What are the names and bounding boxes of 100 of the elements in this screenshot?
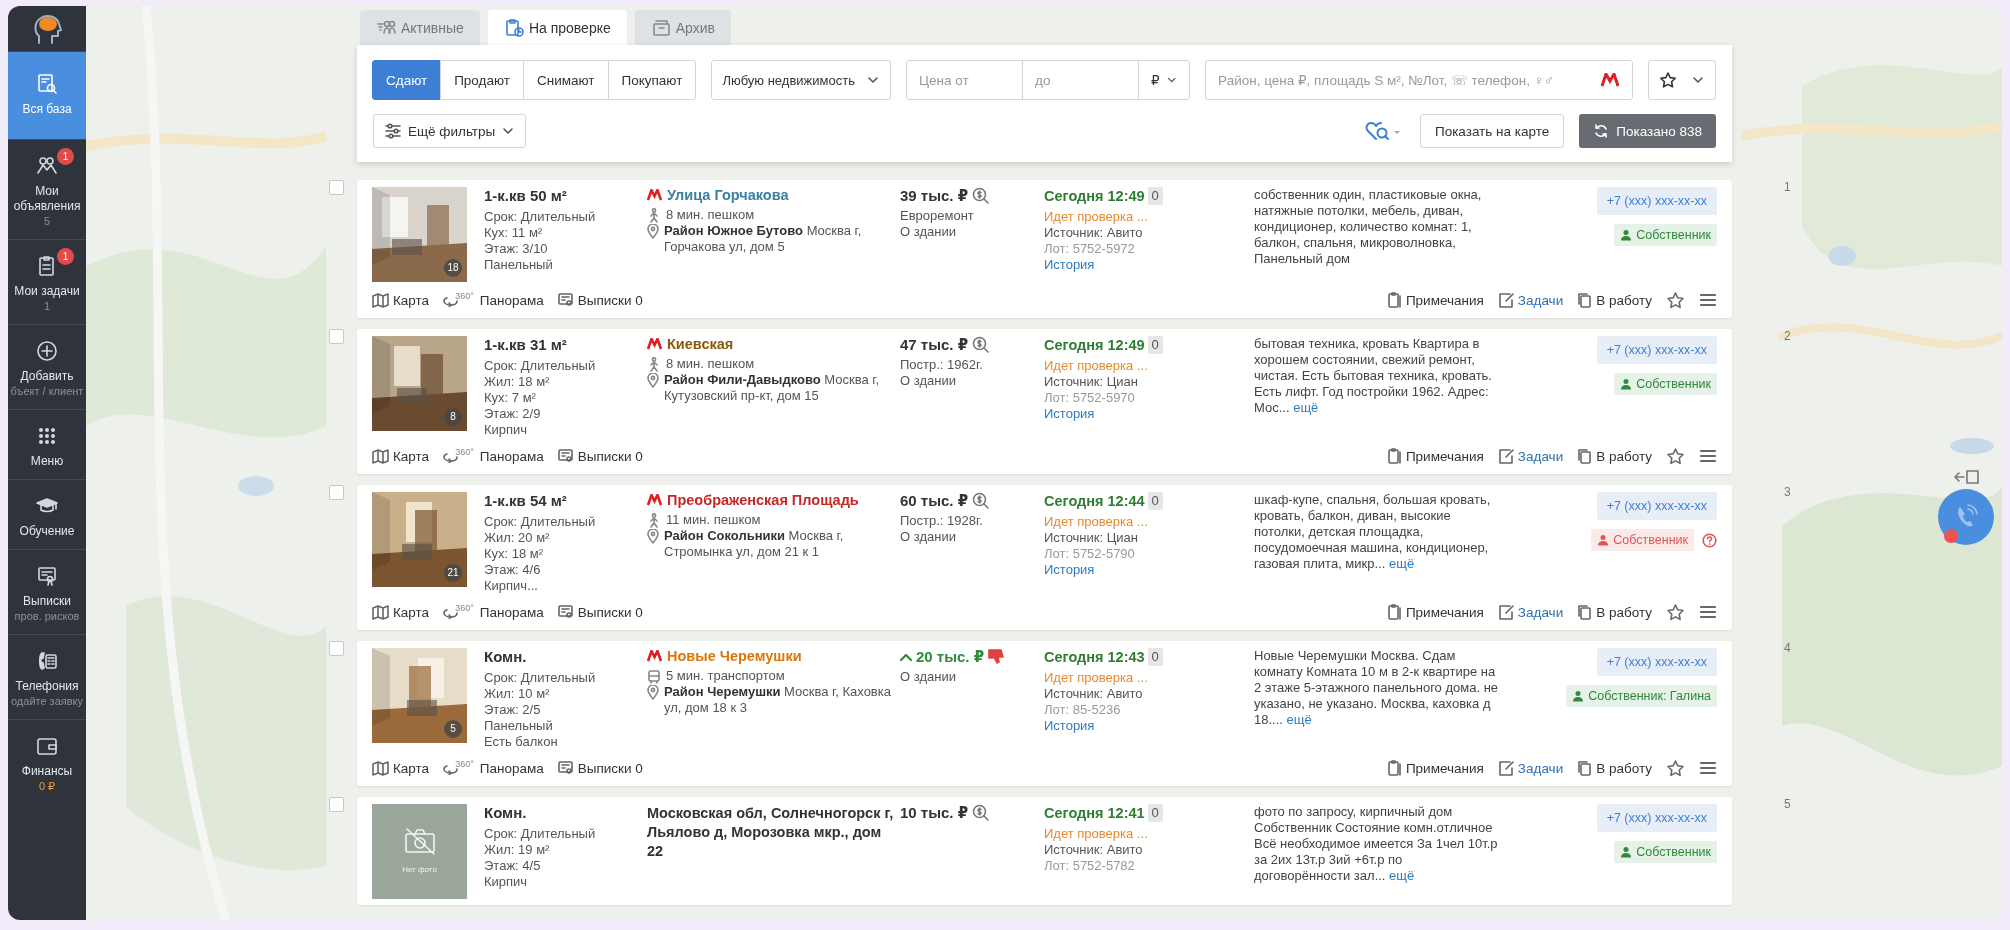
to-work-link[interactable]: В работу — [1577, 292, 1652, 308]
menu-icon[interactable] — [1699, 292, 1717, 308]
person-icon — [1620, 378, 1633, 390]
help-icon[interactable] — [1702, 532, 1717, 548]
listing-detail: Кирпич — [484, 422, 529, 438]
price-from-field[interactable]: Цена от — [906, 60, 1024, 100]
extracts-link[interactable]: Выписки 0 — [557, 604, 643, 620]
map-link[interactable]: Карта — [372, 448, 430, 464]
more-link[interactable]: ещё — [1286, 712, 1312, 727]
refresh-icon — [1593, 123, 1610, 139]
thumbs-down-icon[interactable] — [988, 648, 1006, 665]
history-link[interactable]: История — [1044, 718, 1095, 733]
row-checkbox[interactable] — [329, 485, 344, 500]
address-text: Район Сокольники Москва г, Стромынка ул, дом 21 к 1 — [664, 528, 845, 560]
extracts-link[interactable]: Выписки 0 — [557, 760, 643, 776]
tab[interactable]: На проверке — [487, 10, 627, 45]
deal-type-button[interactable]: Продают — [440, 60, 524, 100]
price-to-field[interactable]: до — [1022, 60, 1140, 100]
panorama-link[interactable]: $^{360°}$ Панорама — [443, 292, 544, 308]
lot-number: Лот: 5752-5972 — [1044, 241, 1136, 257]
price-inspect-icon[interactable] — [972, 804, 990, 821]
person-icon — [1620, 846, 1633, 858]
listing-detail: Панельный — [484, 718, 554, 734]
shown-count-button[interactable]: Показано 838 — [1579, 114, 1716, 148]
history-link[interactable]: История — [1044, 562, 1095, 577]
row-checkbox[interactable] — [329, 180, 344, 195]
star-icon[interactable] — [1666, 602, 1685, 622]
notes-link[interactable]: Примечания — [1386, 760, 1484, 776]
metro-station: Улица Горчакова — [667, 187, 789, 203]
tab[interactable]: Архив — [634, 10, 731, 45]
phone-button[interactable]: +7 (xxx) xxx-xx-xx — [1596, 648, 1717, 676]
deal-type-button[interactable]: Снимают — [523, 60, 609, 100]
listing-detail: Срок: Длительный — [484, 826, 597, 842]
show-on-map-button[interactable]: Показать на карте — [1419, 114, 1565, 148]
star-icon[interactable] — [1666, 758, 1685, 778]
price-inspect-icon[interactable] — [972, 336, 990, 353]
collapse-panel-icon[interactable] — [1954, 468, 1980, 486]
panorama-link[interactable]: $^{360°}$ Панорама — [443, 448, 544, 464]
notes-link[interactable]: Примечания — [1386, 448, 1484, 464]
deal-type-button[interactable]: Сдают — [372, 60, 442, 100]
phone-button[interactable]: +7 (xxx) xxx-xx-xx — [1596, 187, 1717, 215]
row-checkbox[interactable] — [329, 797, 344, 812]
extracts-link[interactable]: Выписки 0 — [557, 292, 643, 308]
panorama-link[interactable]: $^{360°}$ Панорама — [443, 760, 544, 776]
clipboard-icon — [1386, 760, 1402, 776]
price-note: О здании — [900, 373, 957, 389]
star-icon[interactable] — [1666, 446, 1685, 466]
menu-icon[interactable] — [1699, 760, 1717, 776]
description-text: Новые Черемушки Москва. Сдам комнату Комната 10 м в 2-к квартире на 2 этаже 5-этажного панельного дома. не указано, не указано. Москва, каховка д 18.... ещё — [1254, 648, 1499, 728]
owner-tag: Собственник — [1614, 841, 1717, 863]
history-link[interactable]: История — [1044, 406, 1095, 421]
star-icon[interactable] — [1666, 290, 1685, 310]
price-text: 47 тыс. ₽ — [900, 336, 969, 353]
map-link[interactable]: Карта — [372, 292, 430, 308]
row-checkbox[interactable] — [329, 641, 344, 656]
tasks-link[interactable]: Задачи — [1497, 292, 1564, 308]
edit-icon — [1497, 292, 1514, 308]
extracts-link[interactable]: Выписки 0 — [557, 448, 643, 464]
more-filters-button[interactable]: Ещё фильтры — [373, 114, 527, 148]
menu-icon[interactable] — [1699, 448, 1717, 464]
currency-dropdown[interactable]: ₽ — [1138, 60, 1191, 100]
notes-link[interactable]: Примечания — [1386, 604, 1484, 620]
history-link[interactable]: История — [1044, 257, 1095, 272]
more-link[interactable]: ещё — [1389, 868, 1415, 883]
map-link[interactable]: Карта — [372, 604, 430, 620]
price-inspect-icon[interactable] — [972, 492, 990, 509]
tasks-link[interactable]: Задачи — [1497, 604, 1564, 620]
route-time: 8 мин. пешком — [666, 207, 755, 223]
price-inspect-icon[interactable] — [972, 187, 990, 204]
property-type-dropdown[interactable]: Любую недвижимость — [711, 60, 892, 100]
phone-button[interactable]: +7 (xxx) xxx-xx-xx — [1596, 804, 1717, 832]
favorites-dropdown[interactable] — [1648, 60, 1716, 100]
to-work-link[interactable]: В работу — [1577, 604, 1652, 620]
more-link[interactable]: ещё — [1388, 556, 1415, 571]
notes-link[interactable]: Примечания — [1386, 292, 1484, 308]
tasks-link[interactable]: Задачи — [1497, 448, 1564, 464]
menu-icon[interactable] — [1699, 604, 1717, 620]
certificate-icon — [557, 604, 574, 620]
location-pin-icon — [647, 373, 659, 388]
deal-type-button[interactable]: Покупают — [607, 60, 697, 100]
heart-search-icon[interactable] — [1364, 120, 1403, 142]
search-field[interactable]: Район, цена ₽, площадь S м², №Лот, ☏ телефон, ♀♂ — [1205, 60, 1634, 100]
panorama-link[interactable]: $^{360°}$ Панорама — [443, 604, 544, 620]
route-time: 5 мин. транспортом — [666, 668, 785, 684]
tasks-link[interactable]: Задачи — [1497, 760, 1564, 776]
to-work-link[interactable]: В работу — [1577, 448, 1652, 464]
phone-button[interactable]: +7 (xxx) xxx-xx-xx — [1596, 336, 1717, 364]
location-pin-icon — [647, 529, 659, 544]
description-text: бытовая техника, кровать Квартира в хорошем состоянии, свежий ремонт, чистая. Есть бытовая техника, кровать. Есть лифт. Год постройки 1962. Адрес: Мос... ещё — [1254, 336, 1493, 416]
to-work-link[interactable]: В работу — [1577, 760, 1652, 776]
map-link[interactable]: Карта — [372, 760, 430, 776]
edit-icon — [1497, 448, 1514, 464]
person-icon — [1572, 690, 1585, 702]
row-checkbox[interactable] — [329, 329, 344, 344]
phone-button[interactable]: +7 (xxx) xxx-xx-xx — [1596, 492, 1717, 520]
address-text: Московская обл, Солнечногорск г, Льялово д, Морозовка мкр., дом 22 — [647, 804, 895, 861]
address-text: Район Южное Бутово Москва г, Горчакова ул, дом 5 — [664, 223, 863, 255]
more-link[interactable]: ещё — [1293, 400, 1319, 415]
map-icon — [372, 760, 389, 776]
person-icon — [1620, 229, 1633, 241]
